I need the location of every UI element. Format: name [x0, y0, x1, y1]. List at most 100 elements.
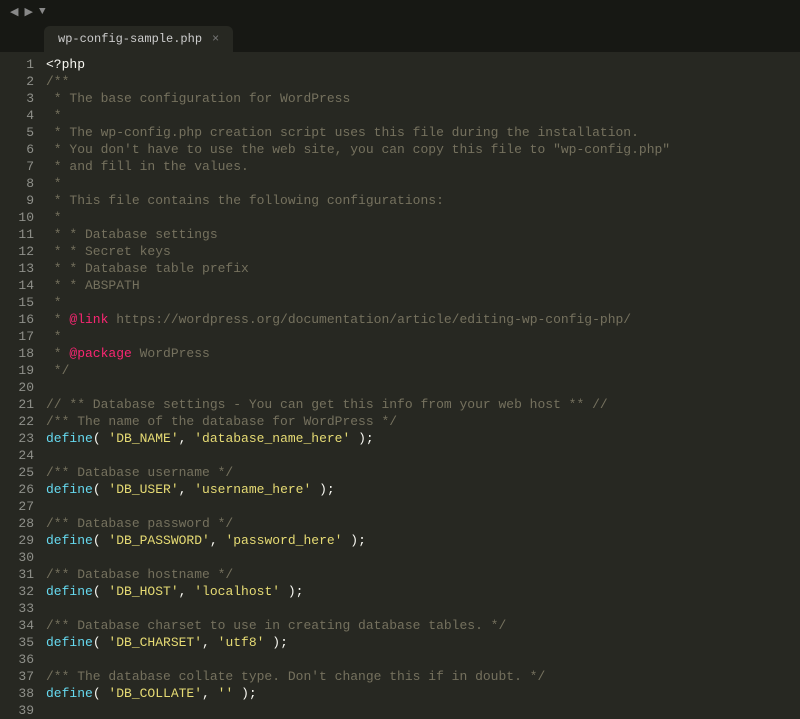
code-line: <?php — [46, 56, 800, 73]
line-number: 22 — [0, 413, 34, 430]
token-punct: ( — [93, 431, 109, 446]
token-punct: ( — [93, 533, 109, 548]
line-number: 30 — [0, 549, 34, 566]
line-number: 5 — [0, 124, 34, 141]
nav-forward-icon[interactable]: ▶ — [22, 5, 34, 19]
token-comment: * — [46, 210, 62, 225]
code-line: * — [46, 328, 800, 345]
token-keyword: define — [46, 431, 93, 446]
token-punct: ( — [93, 635, 109, 650]
code-line: * @package WordPress — [46, 345, 800, 362]
token-comment: https://wordpress.org/documentation/arti… — [108, 312, 631, 327]
code-line — [46, 498, 800, 515]
token-punct: ); — [264, 635, 287, 650]
code-line — [46, 549, 800, 566]
line-number: 21 — [0, 396, 34, 413]
token-doctag: @link — [69, 312, 108, 327]
token-comment: /** — [46, 74, 69, 89]
token-comment: /** Database hostname */ — [46, 567, 233, 582]
line-number: 12 — [0, 243, 34, 260]
code-line: * The wp-config.php creation script uses… — [46, 124, 800, 141]
code-line: * @link https://wordpress.org/documentat… — [46, 311, 800, 328]
token-default: <?php — [46, 57, 85, 72]
line-number: 25 — [0, 464, 34, 481]
line-number: 16 — [0, 311, 34, 328]
token-comment: * — [46, 295, 62, 310]
token-punct: ); — [311, 482, 334, 497]
token-string: 'database_name_here' — [194, 431, 350, 446]
token-comment: * * Secret keys — [46, 244, 171, 259]
token-punct: , — [179, 584, 195, 599]
token-string: 'localhost' — [194, 584, 280, 599]
token-comment: /** Database charset to use in creating … — [46, 618, 506, 633]
token-string: 'password_here' — [225, 533, 342, 548]
code-line: * — [46, 175, 800, 192]
token-comment: * — [46, 108, 62, 123]
code-content[interactable]: <?php /** * The base configuration for Wo… — [44, 52, 800, 716]
code-line — [46, 379, 800, 396]
code-line: /** The database collate type. Don't cha… — [46, 668, 800, 685]
line-number: 32 — [0, 583, 34, 600]
token-string: 'DB_HOST' — [108, 584, 178, 599]
token-comment: * * Database settings — [46, 227, 218, 242]
line-number: 29 — [0, 532, 34, 549]
line-number: 39 — [0, 702, 34, 719]
token-punct: ( — [93, 686, 109, 701]
code-line: /** Database hostname */ — [46, 566, 800, 583]
token-punct: ); — [280, 584, 303, 599]
line-number: 24 — [0, 447, 34, 464]
token-comment: */ — [46, 363, 69, 378]
token-comment: * and fill in the values. — [46, 159, 249, 174]
file-tab[interactable]: wp-config-sample.php × — [44, 26, 233, 52]
line-number: 19 — [0, 362, 34, 379]
code-line: /** Database password */ — [46, 515, 800, 532]
code-line: * — [46, 294, 800, 311]
code-line: define( 'DB_NAME', 'database_name_here' … — [46, 430, 800, 447]
code-line: * — [46, 107, 800, 124]
code-line: /** Database username */ — [46, 464, 800, 481]
code-line — [46, 651, 800, 668]
line-number: 2 — [0, 73, 34, 90]
code-line: // ** Database settings - You can get th… — [46, 396, 800, 413]
code-line: * and fill in the values. — [46, 158, 800, 175]
code-line — [46, 447, 800, 464]
token-keyword: define — [46, 482, 93, 497]
token-string: '' — [218, 686, 234, 701]
line-number: 6 — [0, 141, 34, 158]
line-number: 1 — [0, 56, 34, 73]
token-comment: * The wp-config.php creation script uses… — [46, 125, 639, 140]
line-number: 8 — [0, 175, 34, 192]
line-number: 34 — [0, 617, 34, 634]
token-punct: ); — [233, 686, 256, 701]
nav-expand-icon[interactable]: ▼ — [37, 6, 48, 18]
token-comment: /** The name of the database for WordPre… — [46, 414, 397, 429]
code-line: * * Secret keys — [46, 243, 800, 260]
token-comment: * You don't have to use the web site, yo… — [46, 142, 670, 157]
code-line: * The base configuration for WordPress — [46, 90, 800, 107]
code-line: */ — [46, 362, 800, 379]
code-line: * * ABSPATH — [46, 277, 800, 294]
line-number: 3 — [0, 90, 34, 107]
line-number: 28 — [0, 515, 34, 532]
nav-arrows: ◀ ▶ ▼ — [8, 5, 48, 19]
token-string: 'DB_NAME' — [108, 431, 178, 446]
editor-area: 1234567891011121314151617181920212223242… — [0, 52, 800, 716]
token-comment: * The base configuration for WordPress — [46, 91, 350, 106]
token-punct: ( — [93, 584, 109, 599]
code-line — [46, 600, 800, 617]
line-number: 20 — [0, 379, 34, 396]
code-line: /** The name of the database for WordPre… — [46, 413, 800, 430]
token-punct: ); — [342, 533, 365, 548]
close-icon[interactable]: × — [212, 33, 219, 45]
line-number-gutter: 1234567891011121314151617181920212223242… — [0, 52, 44, 716]
token-string: 'DB_USER' — [108, 482, 178, 497]
code-line: define( 'DB_COLLATE', '' ); — [46, 685, 800, 702]
code-line: define( 'DB_HOST', 'localhost' ); — [46, 583, 800, 600]
line-number: 17 — [0, 328, 34, 345]
token-comment: /** The database collate type. Don't cha… — [46, 669, 545, 684]
token-comment: /** Database password */ — [46, 516, 233, 531]
nav-back-icon[interactable]: ◀ — [8, 5, 20, 19]
window-titlebar: ◀ ▶ ▼ — [0, 0, 800, 24]
line-number: 11 — [0, 226, 34, 243]
line-number: 33 — [0, 600, 34, 617]
